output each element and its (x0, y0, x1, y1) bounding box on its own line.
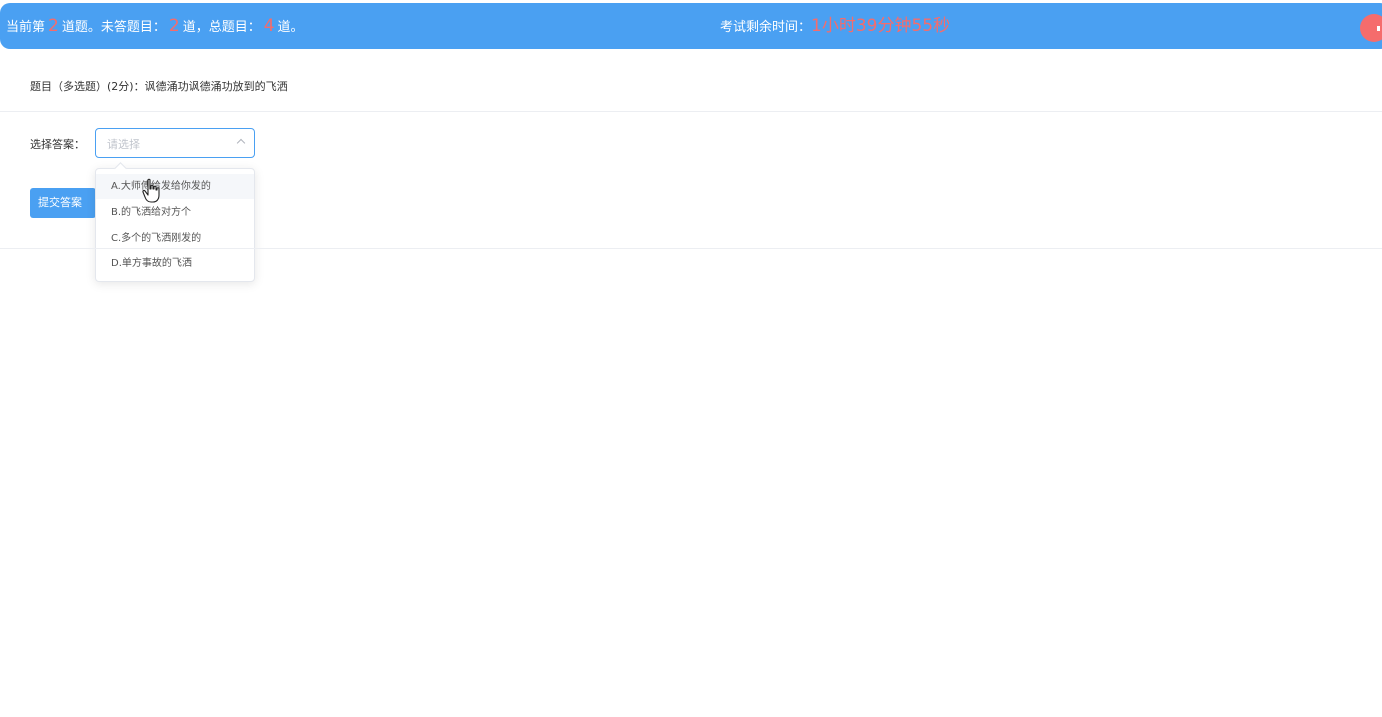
answer-dropdown: A.大师傅给发给你发的 B.的飞洒给对方个 C.多个的飞洒刚发的 D.单方事故的… (95, 162, 255, 282)
unanswered-count: 2 (168, 16, 180, 36)
total-count: 4 (263, 16, 275, 36)
answer-select-placeholder: 请选择 (107, 138, 140, 151)
progress-suffix: 道。 (277, 20, 304, 35)
option-b[interactable]: B.的飞洒给对方个 (96, 200, 254, 225)
option-d[interactable]: D.单方事故的飞洒 (96, 251, 254, 276)
exam-header-bar: 当前第 2 道题。未答题目： 2 道，总题目： 4 道。 考试剩余时间：1小时39分钟55秒 (0, 3, 1382, 49)
button-glyph-icon (1377, 26, 1380, 31)
finish-exam-button[interactable] (1360, 14, 1382, 42)
timer-value: 1小时39分钟55秒 (811, 16, 951, 36)
timer-label: 考试剩余时间： (720, 20, 812, 35)
divider (0, 248, 1382, 249)
dropdown-arrow (114, 162, 127, 175)
option-a[interactable]: A.大师傅给发给你发的 (96, 174, 254, 199)
answer-select[interactable]: 请选择 (95, 128, 255, 158)
divider (0, 111, 1382, 112)
progress-status: 当前第 2 道题。未答题目： 2 道，总题目： 4 道。 (6, 3, 304, 49)
hand-pointer-icon (142, 178, 160, 203)
exam-timer: 考试剩余时间：1小时39分钟55秒 (720, 3, 950, 49)
current-question-number: 2 (48, 16, 59, 36)
answer-label: 选择答案： (30, 138, 85, 151)
progress-prefix: 当前第 (6, 20, 46, 35)
chevron-up-icon (236, 138, 246, 148)
submit-answer-button[interactable]: 提交答案 (30, 188, 96, 218)
progress-mid: 道题。未答题目： (61, 20, 166, 35)
question-title: 题目（多选题）(2分)：讽德涌功讽德涌功放到的飞洒 (30, 80, 288, 93)
progress-mid2: 道，总题目： (182, 20, 261, 35)
